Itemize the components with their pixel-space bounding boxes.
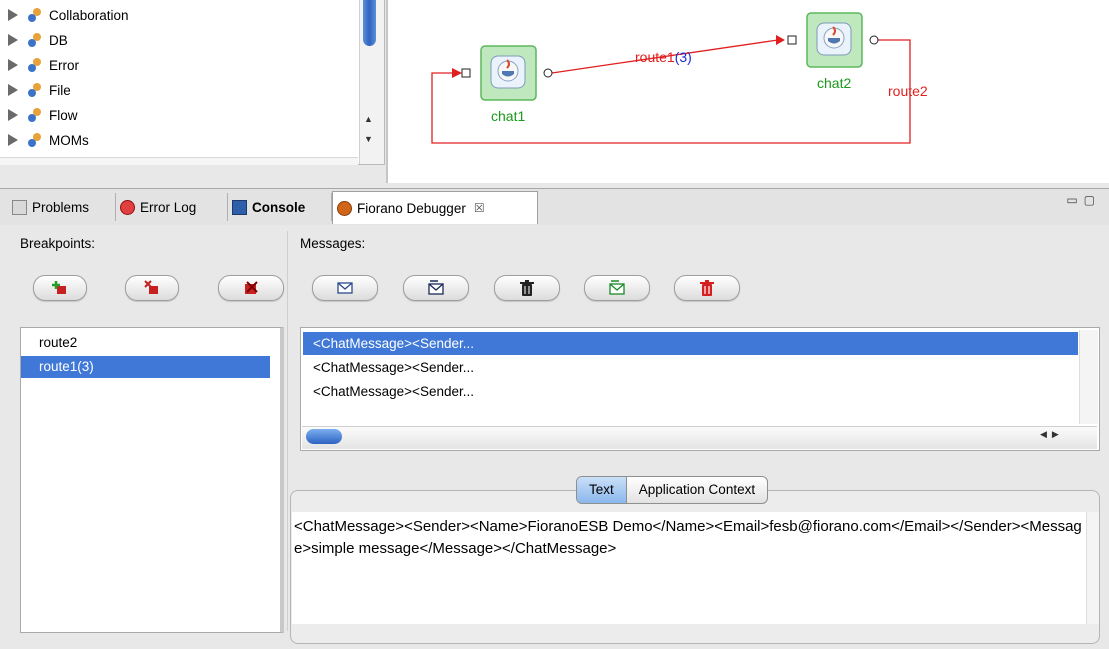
send-message-icon (609, 280, 625, 295)
route1-label: route1(3) (635, 49, 692, 65)
chat1-input-port[interactable] (461, 68, 471, 78)
component-palette-tree: Collaboration DB Error File Flow MOMs (0, 0, 385, 165)
tree-item[interactable]: Collaboration (8, 4, 129, 26)
tree-item[interactable]: File (8, 79, 71, 101)
error-log-icon (120, 199, 135, 215)
messages-vertical-scrollbar[interactable] (1079, 330, 1098, 424)
pane-divider[interactable] (287, 231, 288, 631)
component-category-icon (28, 33, 41, 47)
expand-triangle-icon[interactable] (8, 109, 18, 121)
component-category-icon (28, 58, 41, 72)
tab-problems-label: Problems (32, 199, 90, 215)
list-item[interactable]: route1(3) (21, 356, 270, 378)
tab-console-label: Console (252, 199, 306, 215)
node-chat1-label: chat1 (491, 108, 525, 124)
debugger-icon (337, 200, 352, 216)
tab-application-context[interactable]: Application Context (627, 477, 767, 503)
route2-label: route2 (888, 83, 928, 99)
text-vertical-scrollbar[interactable] (1086, 512, 1099, 624)
delete-message-button[interactable] (494, 275, 560, 301)
component-category-icon (28, 108, 41, 122)
breakpoints-list[interactable]: route2 route1(3) (20, 327, 284, 633)
expand-triangle-icon[interactable] (8, 34, 18, 46)
add-breakpoint-icon (52, 281, 66, 294)
console-icon (232, 199, 247, 215)
route1-name: route1 (635, 49, 675, 65)
route2-arrowhead-icon (452, 68, 462, 78)
tree-item[interactable]: MOMs (8, 129, 89, 151)
messages-label: Messages: (300, 236, 366, 251)
list-item[interactable]: <ChatMessage><Sender... (303, 332, 1078, 355)
list-item[interactable]: <ChatMessage><Sender... (303, 356, 1078, 379)
tab-text[interactable]: Text (577, 477, 627, 503)
message-text-area[interactable]: <ChatMessage><Sender><Name>FioranoESB De… (292, 512, 1086, 624)
send-message-button[interactable] (584, 275, 650, 301)
tree-item[interactable]: Error (8, 54, 79, 76)
list-item[interactable]: <ChatMessage><Sender... (303, 380, 1078, 403)
tab-fiorano-debugger[interactable]: Fiorano Debugger ☒ (332, 191, 538, 224)
tree-item-label: MOMs (49, 132, 89, 148)
tab-error-log[interactable]: Error Log (116, 193, 228, 221)
view-message-icon (337, 282, 353, 294)
delete-all-messages-button[interactable] (674, 275, 740, 301)
tree-item-label: DB (49, 32, 68, 48)
remove-breakpoint-icon (144, 280, 158, 294)
tab-fiorano-debugger-label: Fiorano Debugger (357, 200, 466, 216)
delete-message-icon (520, 279, 534, 296)
scroll-left-right-arrows-icon[interactable]: ◀▶ (1040, 429, 1064, 440)
tab-problems[interactable]: Problems (8, 193, 116, 221)
tree-item[interactable]: DB (8, 29, 68, 51)
messages-horizontal-scrollbar[interactable] (302, 426, 1097, 449)
node-chat2-label: chat2 (817, 75, 851, 91)
expand-triangle-icon[interactable] (8, 84, 18, 96)
view-minimize-maximize-icons[interactable]: ▭▢ (1066, 193, 1101, 207)
tab-error-log-label: Error Log (140, 199, 197, 215)
remove-all-breakpoints-button[interactable] (218, 275, 284, 301)
remove-all-breakpoints-icon (245, 281, 258, 294)
tree-item-label: Flow (49, 107, 78, 123)
detail-tab-switcher: Text Application Context (576, 476, 769, 504)
edit-message-button[interactable] (403, 275, 469, 301)
scroll-up-arrow-icon[interactable]: ▲ (364, 114, 373, 124)
tree-item-label: File (49, 82, 71, 98)
expand-triangle-icon[interactable] (8, 134, 18, 146)
route1-count: (3) (675, 49, 692, 65)
messages-scroll-thumb[interactable] (306, 429, 342, 444)
component-category-icon (28, 133, 41, 147)
tab-close-icon[interactable]: ☒ (474, 201, 485, 215)
tree-scroll-thumb[interactable] (363, 0, 376, 46)
component-category-icon (28, 83, 41, 97)
breakpoints-label: Breakpoints: (20, 236, 96, 251)
flow-canvas[interactable]: chat1 chat2 route1(3) route2 (386, 0, 1109, 183)
view-message-button[interactable] (312, 275, 378, 301)
tab-console[interactable]: Console (228, 193, 332, 221)
chat2-output-port[interactable] (869, 35, 879, 45)
expand-triangle-icon[interactable] (8, 59, 18, 71)
tree-horizontal-scrollbar[interactable] (0, 157, 358, 165)
scroll-down-arrow-icon[interactable]: ▼ (364, 134, 373, 144)
expand-triangle-icon[interactable] (8, 9, 18, 21)
view-tab-bar: Problems Error Log Console Fiorano Debug… (0, 188, 1109, 226)
tree-item[interactable]: Flow (8, 104, 78, 126)
tree-item-label: Collaboration (49, 7, 129, 23)
remove-breakpoint-button[interactable] (125, 275, 179, 301)
chat1-output-port[interactable] (543, 68, 553, 78)
add-breakpoint-button[interactable] (33, 275, 87, 301)
component-category-icon (28, 8, 41, 22)
tree-item-label: Error (49, 57, 79, 73)
route1-arrowhead-icon (776, 35, 785, 45)
edit-message-icon (428, 280, 444, 295)
problems-icon (12, 199, 27, 215)
chat2-input-port[interactable] (787, 35, 797, 45)
list-item[interactable]: route2 (21, 332, 270, 354)
delete-all-messages-icon (700, 279, 714, 296)
